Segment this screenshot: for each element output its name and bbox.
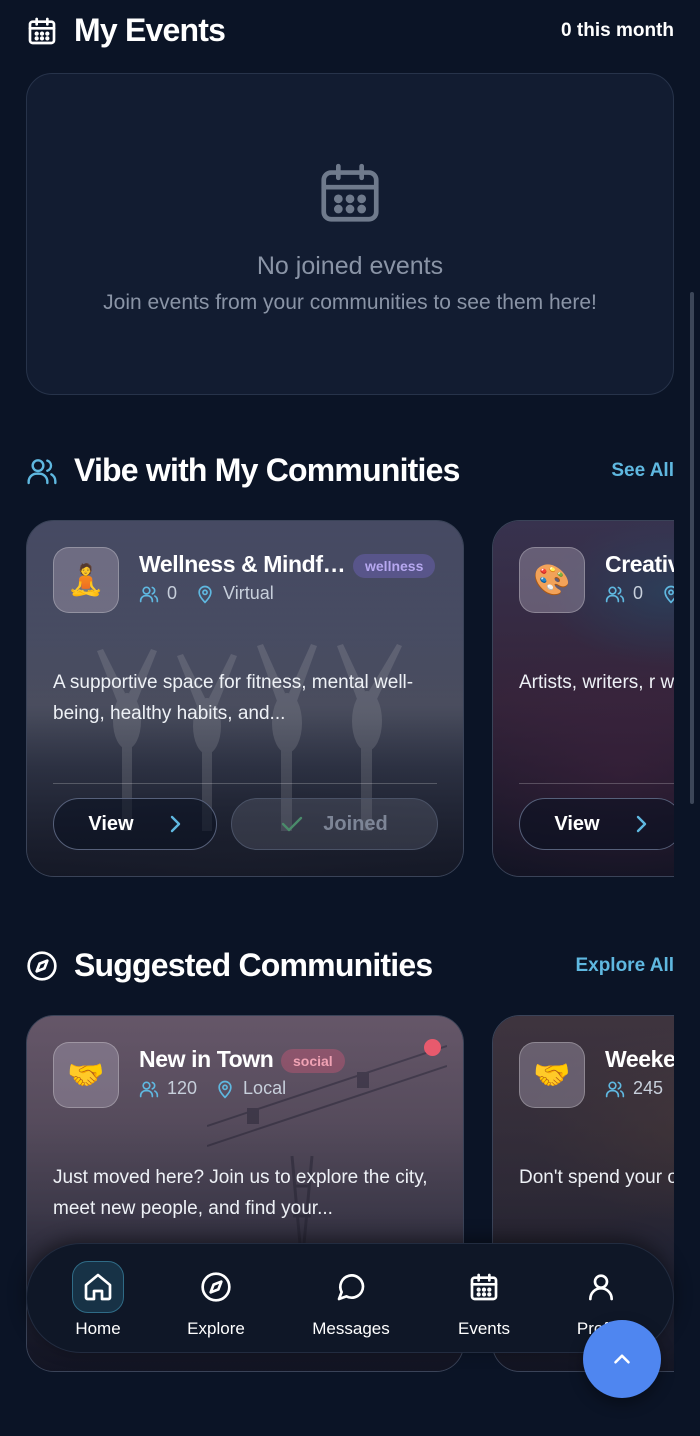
community-name: Weeke [605, 1046, 674, 1072]
nav-messages[interactable]: Messages [296, 1244, 406, 1354]
community-description: Artists, writers, r who share, collal [519, 672, 674, 693]
community-avatar: 🤝 [53, 1042, 119, 1108]
members-icon [605, 1081, 625, 1097]
view-button-label: View [88, 812, 134, 835]
my-communities-header: Vibe with My Communities See All [26, 452, 674, 489]
card-divider [519, 783, 674, 784]
member-count: 120 [167, 1078, 198, 1098]
empty-calendar-icon [321, 163, 379, 222]
bottom-navigation: Home Explore Messages Events Profile [26, 1243, 674, 1353]
joined-button[interactable]: Joined [231, 798, 438, 850]
my-communities-carousel[interactable]: 🧘 Wellness & Mindf… wellness 0 Virtual A… [26, 520, 674, 877]
community-name: New in Town [139, 1046, 274, 1072]
calendar-icon [28, 17, 56, 44]
nav-home[interactable]: Home [43, 1244, 153, 1354]
meditation-emoji-icon: 🧘 [67, 563, 105, 597]
card-divider [53, 783, 437, 784]
chevron-right-icon [170, 815, 180, 833]
user-icon [589, 1274, 613, 1301]
community-meta: 245 [605, 1078, 663, 1099]
home-icon [84, 1273, 112, 1301]
community-meta: 0 Virtual [139, 583, 274, 604]
see-all-link[interactable]: See All [611, 460, 674, 482]
location-pin-icon [664, 585, 674, 603]
community-avatar: 🧘 [53, 547, 119, 613]
member-count: 245 [633, 1078, 664, 1098]
member-count: 0 [633, 583, 644, 603]
location-pin-icon [218, 1080, 232, 1098]
suggested-header: Suggested Communities Explore All [26, 947, 674, 984]
view-button-label: View [554, 812, 600, 835]
community-card[interactable]: 🎨 Creativ 0 Artists, writers, r who shar… [492, 520, 674, 877]
location-pin-icon [198, 585, 212, 603]
category-tag: social [281, 1049, 345, 1073]
empty-events-subtitle: Join events from your communities to see… [103, 291, 597, 314]
chevron-up-icon [614, 1354, 630, 1364]
users-icon [27, 458, 57, 484]
members-icon [605, 586, 625, 602]
location-label: Virtual [223, 583, 274, 603]
community-description: A supportive space for fitness, mental w… [53, 672, 414, 724]
events-month-count: 0 this month [561, 19, 674, 41]
community-avatar: 🎨 [519, 547, 585, 613]
community-meta: 120 Local [139, 1078, 286, 1099]
nav-home-label: Home [75, 1319, 121, 1338]
nav-messages-label: Messages [312, 1319, 390, 1338]
calendar-icon [470, 1273, 498, 1301]
palette-emoji-icon: 🎨 [533, 563, 571, 597]
community-avatar: 🤝 [519, 1042, 585, 1108]
community-description: Just moved here? Join us to explore the … [53, 1167, 428, 1219]
page-scrollbar[interactable] [690, 292, 694, 804]
joined-button-label: Joined [323, 812, 388, 835]
member-count: 0 [167, 583, 178, 603]
scroll-to-top-button[interactable] [583, 1320, 661, 1398]
view-button[interactable]: View [53, 798, 217, 850]
compass-icon [27, 950, 57, 981]
chat-icon [337, 1274, 365, 1301]
view-button[interactable]: View [519, 798, 674, 850]
community-card[interactable]: 🧘 Wellness & Mindf… wellness 0 Virtual A… [26, 520, 464, 877]
nav-events-label: Events [458, 1319, 510, 1338]
community-name: Wellness & Mindf… [139, 551, 346, 577]
handshake-emoji-icon: 🤝 [533, 1058, 571, 1092]
check-icon [282, 816, 303, 832]
chevron-right-icon [636, 815, 646, 833]
handshake-emoji-icon: 🤝 [67, 1058, 105, 1092]
community-meta: 0 [605, 583, 674, 604]
notification-dot [424, 1039, 441, 1056]
empty-events-title: No joined events [256, 252, 444, 280]
nav-explore-label: Explore [187, 1319, 245, 1338]
page-title: My Events [74, 12, 226, 48]
explore-all-link[interactable]: Explore All [575, 955, 674, 977]
my-communities-title: Vibe with My Communities [74, 452, 460, 488]
community-name: Creativ [605, 551, 674, 577]
nav-events[interactable]: Events [429, 1244, 539, 1354]
suggested-title: Suggested Communities [74, 947, 433, 983]
category-tag: wellness [353, 554, 436, 578]
location-label: Local [243, 1078, 287, 1098]
my-events-header: My Events 0 this month [26, 12, 674, 49]
community-description: Don't spend your organize group a [519, 1167, 674, 1188]
empty-events-card: No joined events Join events from your c… [26, 73, 674, 395]
compass-icon [201, 1272, 231, 1302]
members-icon [139, 1081, 159, 1097]
members-icon [139, 586, 159, 602]
nav-explore[interactable]: Explore [161, 1244, 271, 1354]
